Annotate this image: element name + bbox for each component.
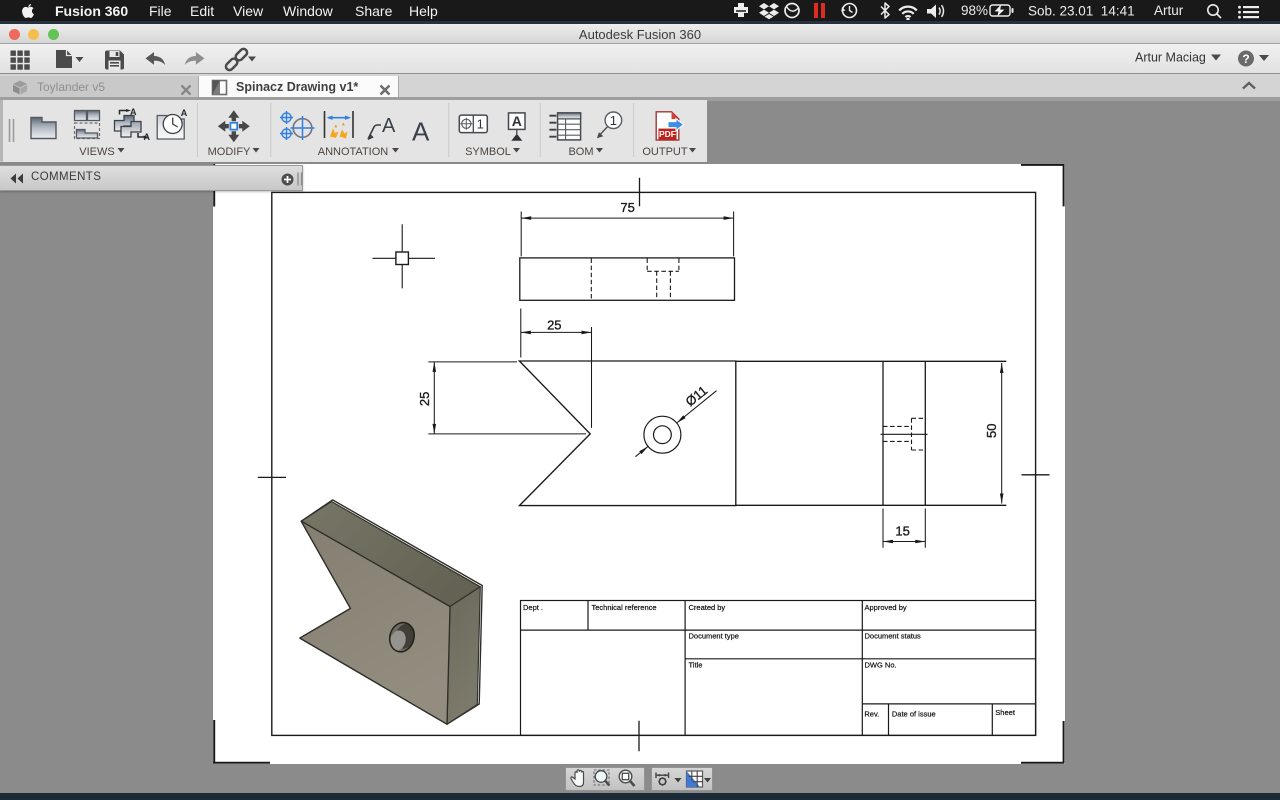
svg-text:ANNOTATION: ANNOTATION bbox=[318, 146, 389, 158]
svg-text:MODIFY: MODIFY bbox=[208, 146, 251, 158]
svg-text:VIEWS: VIEWS bbox=[79, 146, 114, 158]
svg-text:1: 1 bbox=[610, 113, 617, 128]
svg-text:Dept .: Dept . bbox=[523, 603, 543, 612]
svg-text:Title: Title bbox=[689, 661, 703, 670]
svg-text:Approved by: Approved by bbox=[865, 603, 907, 612]
svg-text:?: ? bbox=[1242, 52, 1249, 66]
svg-text:PDF: PDF bbox=[659, 129, 676, 139]
svg-text:A: A bbox=[512, 113, 522, 129]
svg-text:OUTPUT: OUTPUT bbox=[642, 146, 688, 158]
svg-text:Rev.: Rev. bbox=[864, 709, 879, 718]
svg-text:Created by: Created by bbox=[689, 603, 726, 612]
svg-text:A: A bbox=[382, 115, 396, 137]
svg-text:A: A bbox=[130, 107, 137, 117]
svg-text:BOM: BOM bbox=[568, 146, 593, 158]
svg-text:Document status: Document status bbox=[865, 632, 922, 641]
svg-text:A: A bbox=[412, 117, 430, 147]
svg-text:SYMBOL: SYMBOL bbox=[465, 146, 511, 158]
svg-text:15: 15 bbox=[895, 523, 909, 538]
svg-text:Date of issue: Date of issue bbox=[892, 709, 936, 718]
svg-text:A: A bbox=[181, 108, 188, 118]
svg-text:98%: 98% bbox=[961, 3, 988, 18]
svg-text:A: A bbox=[144, 132, 151, 142]
svg-text:25: 25 bbox=[547, 318, 561, 333]
svg-text:Sheet: Sheet bbox=[995, 708, 1016, 717]
svg-text:DWG No.: DWG No. bbox=[865, 661, 897, 670]
svg-text:Ø11: Ø11 bbox=[683, 383, 711, 410]
svg-text:Artur Maciag: Artur Maciag bbox=[1135, 51, 1206, 65]
svg-text:Sob. 23.01 14:41: Sob. 23.01 14:41 bbox=[1028, 4, 1135, 19]
svg-text:1: 1 bbox=[477, 116, 484, 131]
svg-text:25: 25 bbox=[417, 392, 432, 406]
svg-text:Artur: Artur bbox=[1154, 3, 1184, 18]
svg-text:Technical reference: Technical reference bbox=[592, 603, 657, 612]
svg-text:75: 75 bbox=[620, 200, 634, 215]
svg-text:Document type: Document type bbox=[689, 632, 739, 641]
svg-text:50: 50 bbox=[984, 423, 999, 437]
